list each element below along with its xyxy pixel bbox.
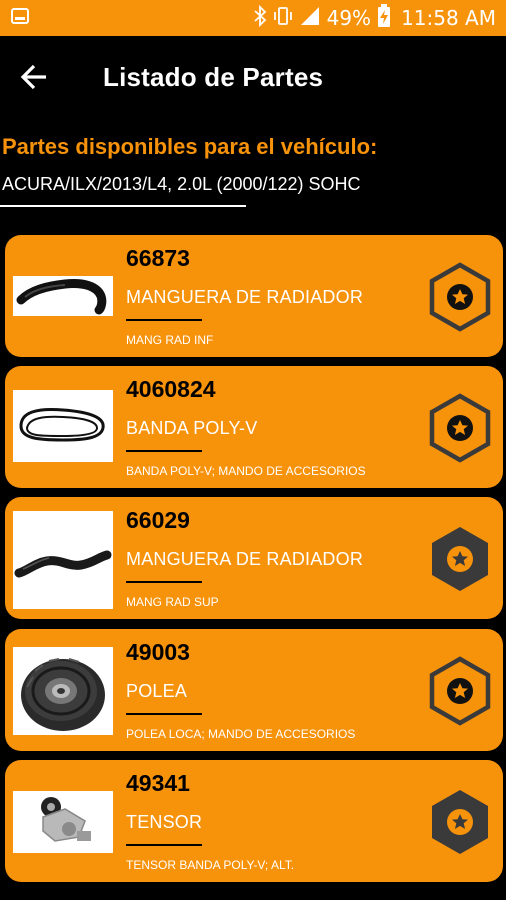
part-image-belt-tensioner [13, 791, 113, 853]
part-name-underline [126, 450, 202, 452]
part-name: BANDA POLY-V [126, 418, 258, 438]
part-number: 4060824 [126, 376, 216, 402]
part-card[interactable]: 49341 TENSOR TENSOR BANDA POLY-V; ALT. [5, 760, 503, 882]
status-bar: 49% 11:58 AM [0, 0, 506, 36]
hexagon-star-outline-icon [427, 393, 493, 467]
part-description: MANG RAD INF [126, 333, 214, 347]
part-name: MANGUERA DE RADIADOR [126, 287, 364, 307]
vibrate-icon [273, 5, 293, 32]
favorite-toggle[interactable] [427, 393, 493, 463]
favorite-toggle[interactable] [427, 262, 493, 332]
part-number: 49003 [126, 639, 190, 665]
part-name: POLEA [126, 681, 188, 701]
part-image-poly-v-belt [13, 390, 113, 462]
part-card[interactable]: 49003 POLEA POLEA LOCA; MANDO DE ACCESOR… [5, 629, 503, 751]
part-image-idler-pulley [13, 647, 113, 735]
hexagon-star-filled-icon [427, 790, 493, 861]
clock: 11:58 AM [401, 6, 496, 30]
app-bar: Listado de Partes [0, 36, 506, 120]
part-card[interactable]: 66029 MANGUERA DE RADIADOR MANG RAD SUP [5, 497, 503, 619]
part-number: 49341 [126, 770, 190, 796]
part-image-upper-radiator-hose [13, 511, 113, 609]
bluetooth-icon [253, 4, 267, 32]
favorite-toggle[interactable] [427, 787, 493, 857]
favorite-toggle[interactable] [427, 524, 493, 594]
part-name: TENSOR [126, 812, 203, 832]
part-description: POLEA LOCA; MANDO DE ACCESORIOS [126, 727, 356, 741]
favorite-toggle[interactable] [427, 656, 493, 726]
hexagon-star-outline-icon [427, 656, 493, 730]
part-name-underline [126, 319, 202, 321]
part-description: BANDA POLY-V; MANDO DE ACCESORIOS [126, 464, 366, 478]
part-number: 66873 [126, 245, 190, 271]
part-name: MANGUERA DE RADIADOR [126, 549, 364, 569]
part-description: MANG RAD SUP [126, 595, 219, 609]
part-name-underline [126, 713, 202, 715]
available-parts-heading: Partes disponibles para el vehículo: [2, 134, 378, 159]
vehicle-underline [0, 205, 246, 207]
battery-percent: 49% [326, 6, 372, 30]
part-name-underline [126, 581, 202, 583]
page-title: Listado de Partes [103, 62, 324, 92]
part-number: 66029 [126, 507, 190, 533]
part-description: TENSOR BANDA POLY-V; ALT. [126, 858, 295, 872]
back-button[interactable] [18, 60, 52, 94]
part-image-lower-radiator-hose [13, 276, 113, 316]
part-card[interactable]: 4060824 BANDA POLY-V BANDA POLY-V; MANDO… [5, 366, 503, 488]
vehicle-description: ACURA/ILX/2013/L4, 2.0L (2000/122) SOHC [2, 174, 361, 194]
hexagon-star-outline-icon [427, 262, 493, 336]
signal-icon [299, 5, 321, 32]
battery-charging-icon [377, 3, 391, 33]
hexagon-star-filled-icon [427, 527, 493, 598]
image-notification-icon [10, 6, 30, 30]
part-card[interactable]: 66873 MANGUERA DE RADIADOR MANG RAD INF [5, 235, 503, 357]
part-name-underline [126, 844, 202, 846]
arrow-left-icon [18, 64, 52, 98]
